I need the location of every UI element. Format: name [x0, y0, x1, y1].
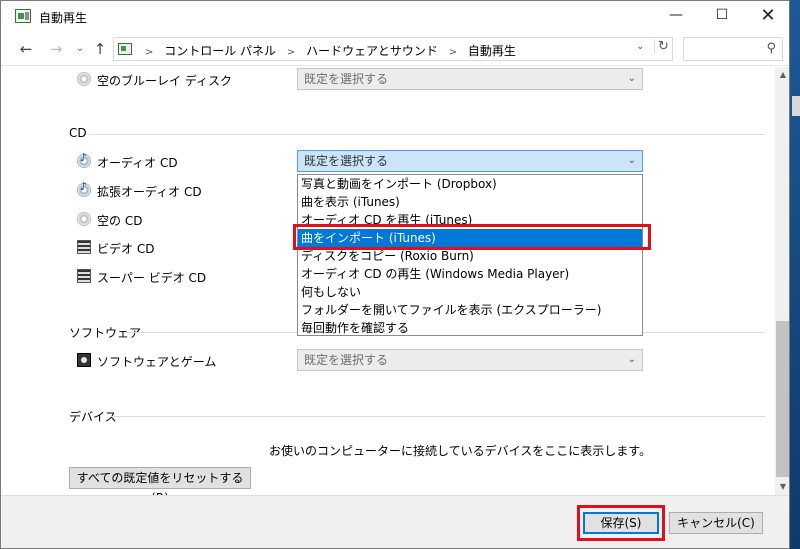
blank-bluray-combo-value: 既定を選択する: [304, 72, 389, 86]
breadcrumb-control-panel[interactable]: コントロール パネル: [164, 44, 276, 58]
audio-cd-icon: [77, 151, 91, 168]
audio-cd-dropdown-list: 写真と動画をインポート (Dropbox) 曲を表示 (iTunes) オーディ…: [297, 174, 643, 336]
dropdown-option[interactable]: 曲を表示 (iTunes): [298, 193, 642, 211]
breadcrumb-hardware-sound[interactable]: ハードウェアとサウンド: [306, 44, 438, 58]
video-cd-icon: [77, 240, 91, 254]
chevron-down-icon: ⌄: [627, 155, 636, 166]
video-cd-label: ビデオ CD: [97, 242, 155, 256]
breadcrumb-separator-icon: >: [448, 47, 458, 58]
breadcrumb-autoplay[interactable]: 自動再生: [468, 44, 516, 58]
autoplay-settings-panel: 空のブルーレイ ディスク 既定を選択する ⌄ CD オーディオ CD 既定を選択…: [1, 67, 775, 495]
dropdown-option[interactable]: 写真と動画をインポート (Dropbox): [298, 175, 642, 193]
window-title: 自動再生: [39, 11, 88, 25]
chevron-down-icon: ⌄: [627, 354, 636, 365]
cd-section-title: CD: [69, 126, 87, 140]
autoplay-window: 自動再生 — ☐ ✕ ← → ⌄ ↑ > コントロール パネル > ハードウェア…: [0, 0, 790, 549]
breadcrumb-separator-icon: >: [145, 47, 154, 58]
software-games-combo[interactable]: 既定を選択する ⌄: [297, 349, 643, 371]
scroll-down-arrow-icon[interactable]: ▼: [775, 479, 789, 495]
desktop-window-fragment: [792, 96, 800, 116]
address-bar: ← → ⌄ ↑ > コントロール パネル > ハードウェアとサウンド > 自動再…: [1, 32, 789, 66]
device-message: お使いのコンピューターに接続しているデバイスをここに表示します。: [269, 444, 652, 458]
up-arrow-icon[interactable]: ↑: [89, 38, 111, 60]
save-button-highlight-box: [577, 505, 665, 541]
software-games-label: ソフトウェアとゲーム: [97, 355, 217, 369]
forward-arrow-icon[interactable]: →: [45, 38, 67, 60]
audio-cd-combo-value: 既定を選択する: [304, 154, 389, 168]
device-section-title: デバイス: [69, 410, 117, 424]
blank-bluray-label: 空のブルーレイ ディスク: [97, 74, 232, 88]
software-games-combo-value: 既定を選択する: [304, 353, 389, 367]
audio-cd-combo[interactable]: 既定を選択する ⌄: [297, 150, 643, 172]
control-panel-icon: [118, 43, 132, 55]
search-icon[interactable]: ⚲: [766, 41, 776, 56]
scrollbar-thumb[interactable]: [776, 321, 789, 477]
selected-option-highlight-box: [293, 224, 651, 250]
breadcrumb-path: > コントロール パネル > ハードウェアとサウンド > 自動再生: [138, 42, 516, 59]
enhanced-audio-cd-label: 拡張オーディオ CD: [97, 185, 202, 199]
device-section-divider: [111, 416, 765, 417]
breadcrumb-separator-icon: >: [286, 47, 296, 58]
reset-all-defaults-button[interactable]: すべての既定値をリセットする(R): [69, 467, 251, 495]
blank-cd-label: 空の CD: [97, 214, 143, 228]
recent-locations-chevron-icon[interactable]: ⌄: [69, 38, 91, 60]
address-dropdown-chevron-icon[interactable]: ⌄: [636, 41, 644, 52]
back-arrow-icon[interactable]: ←: [15, 38, 37, 60]
dropdown-option[interactable]: フォルダーを開いてファイルを表示 (エクスプローラー): [298, 301, 642, 319]
refresh-icon[interactable]: ↻: [654, 39, 672, 54]
dropdown-option[interactable]: オーディオ CD の再生 (Windows Media Player): [298, 265, 642, 283]
close-button[interactable]: ✕: [745, 1, 789, 32]
scroll-up-arrow-icon[interactable]: ▲: [775, 67, 789, 83]
dialog-footer: 保存(S) キャンセル(C): [1, 495, 789, 548]
breadcrumb[interactable]: > コントロール パネル > ハードウェアとサウンド > 自動再生 ⌄ ↻: [113, 37, 673, 61]
cd-section-divider: [89, 134, 765, 135]
cancel-button[interactable]: キャンセル(C): [669, 512, 763, 534]
dropdown-option[interactable]: 毎回動作を確認する: [298, 319, 642, 337]
blank-bluray-combo[interactable]: 既定を選択する ⌄: [297, 68, 643, 90]
super-video-cd-label: スーパー ビデオ CD: [97, 271, 207, 285]
maximize-button[interactable]: ☐: [699, 1, 745, 32]
minimize-button[interactable]: —: [653, 1, 699, 32]
title-bar[interactable]: 自動再生 — ☐ ✕: [1, 1, 789, 32]
super-video-cd-icon: [77, 269, 91, 283]
vertical-scrollbar[interactable]: ▲ ▼: [775, 67, 789, 495]
audio-cd-label: オーディオ CD: [97, 156, 178, 170]
search-input[interactable]: ⚲: [683, 37, 783, 61]
chevron-down-icon: ⌄: [627, 73, 636, 84]
dropdown-option[interactable]: 何もしない: [298, 283, 642, 301]
desktop-background: [790, 0, 800, 549]
autoplay-app-icon: [15, 9, 31, 23]
blank-disc-icon: [77, 72, 91, 86]
blank-cd-icon: [77, 212, 91, 226]
software-games-icon: [77, 353, 91, 367]
enhanced-audio-cd-icon: [77, 180, 91, 197]
